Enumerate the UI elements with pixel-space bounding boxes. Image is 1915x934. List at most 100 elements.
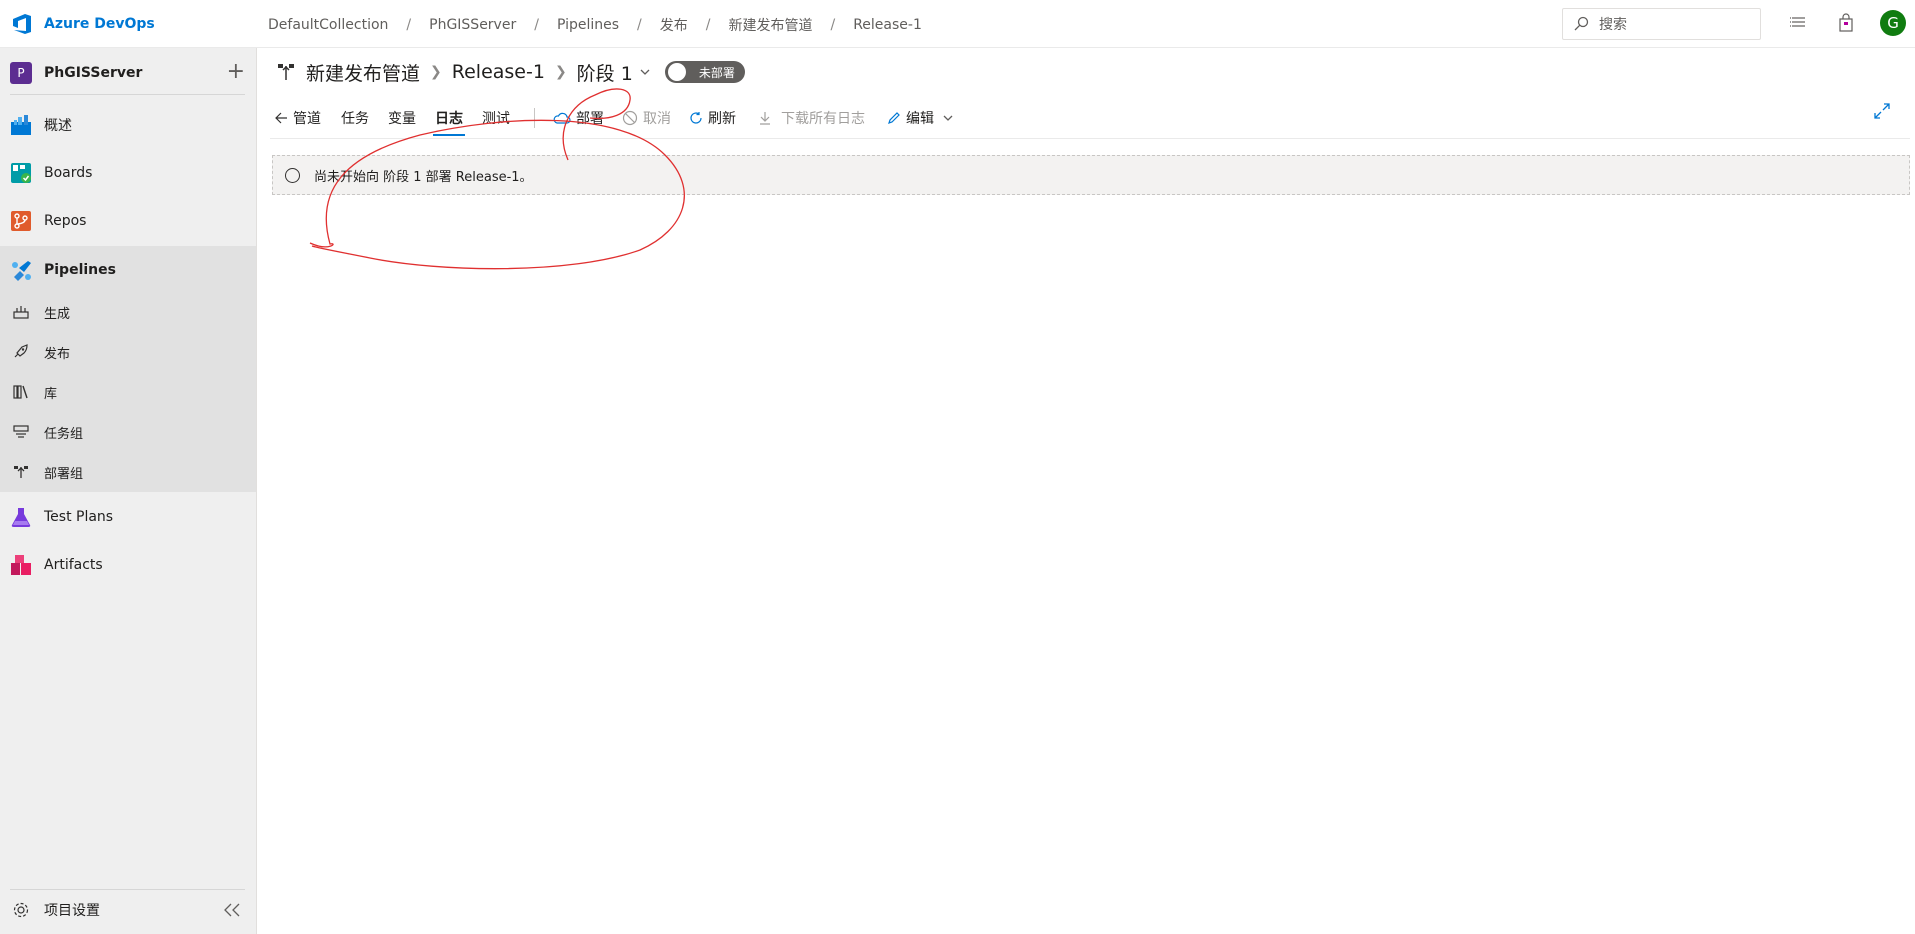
sidebar: P PhGISServer + 概述 Boards Repos Pipeline… bbox=[0, 48, 257, 934]
download-label: 下载所有日志 bbox=[781, 111, 865, 127]
chevron-down-icon[interactable] bbox=[639, 66, 651, 78]
releases-icon bbox=[14, 344, 28, 358]
breadcrumb-separator: / bbox=[705, 17, 711, 33]
sidebar-item-label: Pipelines bbox=[44, 262, 116, 278]
breadcrumb-separator: / bbox=[637, 17, 642, 33]
refresh-button[interactable]: 刷新 bbox=[689, 100, 736, 136]
sidebar-subitem-label: 任务组 bbox=[44, 426, 84, 442]
top-header: Azure DevOps DefaultCollection / PhGISSe… bbox=[0, 0, 1915, 48]
breadcrumb-separator: / bbox=[830, 17, 836, 33]
search-placeholder: 搜索 bbox=[1599, 17, 1627, 33]
release-pipeline-icon bbox=[278, 64, 294, 80]
gear-icon bbox=[13, 902, 29, 918]
collapse-sidebar-icon[interactable] bbox=[222, 902, 242, 918]
expand-icon[interactable] bbox=[1873, 102, 1891, 120]
sidebar-item-test-plans[interactable]: Test Plans bbox=[0, 493, 256, 541]
tab-tasks[interactable]: 任务 bbox=[341, 100, 369, 136]
breadcrumb-pipelines[interactable]: Pipelines bbox=[557, 17, 619, 33]
back-label: 管道 bbox=[293, 111, 321, 127]
sidebar-item-pipelines[interactable]: Pipelines bbox=[0, 246, 256, 294]
refresh-icon bbox=[690, 112, 702, 124]
sidebar-item-label: 概述 bbox=[44, 118, 72, 134]
sidebar-subitem-deployment-groups[interactable]: 部署组 bbox=[0, 452, 256, 492]
status-message: 尚未开始向 阶段 1 部署 Release-1。 bbox=[314, 169, 533, 185]
chevron-right-icon: ❯ bbox=[554, 64, 567, 80]
brand-name: Azure DevOps bbox=[44, 16, 155, 32]
artifacts-icon bbox=[11, 555, 31, 575]
settings-label: 项目设置 bbox=[44, 903, 100, 919]
refresh-label: 刷新 bbox=[708, 111, 736, 127]
edit-label: 编辑 bbox=[906, 111, 934, 127]
deploy-button[interactable]: 部署 bbox=[553, 100, 604, 136]
breadcrumb: DefaultCollection / PhGISServer / Pipeli… bbox=[268, 15, 922, 35]
shopping-bag-icon[interactable] bbox=[1836, 13, 1856, 33]
task-groups-icon bbox=[13, 425, 29, 438]
brand[interactable]: Azure DevOps bbox=[10, 12, 155, 36]
title-release-link[interactable]: Release-1 bbox=[452, 61, 545, 83]
sidebar-item-artifacts[interactable]: Artifacts bbox=[0, 541, 256, 589]
toolbar-divider bbox=[534, 108, 535, 128]
not-started-icon bbox=[285, 167, 300, 183]
toolbar: 管道 任务 变量 日志 测试 部署 取消 刷新 下载所有日志 编辑 bbox=[274, 100, 954, 136]
sidebar-item-boards[interactable]: Boards bbox=[0, 149, 256, 197]
project-header[interactable]: P PhGISServer + bbox=[10, 60, 245, 86]
sidebar-subitem-releases[interactable]: 发布 bbox=[0, 332, 256, 372]
sidebar-item-label: Artifacts bbox=[44, 557, 103, 573]
cancel-label: 取消 bbox=[643, 111, 671, 127]
search-input[interactable]: 搜索 bbox=[1562, 8, 1761, 40]
boards-icon bbox=[11, 163, 31, 183]
avatar[interactable]: G bbox=[1880, 10, 1906, 36]
pencil-icon bbox=[888, 112, 900, 124]
azure-devops-logo-icon bbox=[13, 14, 31, 34]
tab-label: 测试 bbox=[482, 111, 510, 127]
pipelines-icon bbox=[12, 261, 31, 281]
breadcrumb-releases[interactable]: 发布 bbox=[660, 15, 688, 35]
toolbar-divider-line bbox=[270, 138, 1910, 139]
tab-label: 变量 bbox=[388, 111, 416, 127]
divider bbox=[10, 94, 245, 95]
tab-tests[interactable]: 测试 bbox=[482, 100, 510, 136]
sidebar-item-overview[interactable]: 概述 bbox=[0, 101, 256, 149]
breadcrumb-collection[interactable]: DefaultCollection bbox=[268, 17, 388, 33]
breadcrumb-separator: / bbox=[534, 17, 539, 33]
deploy-label: 部署 bbox=[576, 111, 604, 127]
stage-selector[interactable]: 阶段 1 bbox=[577, 59, 633, 86]
add-icon[interactable]: + bbox=[227, 60, 245, 84]
breadcrumb-release-pipeline[interactable]: 新建发布管道 bbox=[728, 15, 812, 35]
search-icon bbox=[1574, 16, 1589, 31]
arrow-left-icon bbox=[275, 112, 287, 124]
deploy-status-text: 未部署 bbox=[698, 65, 735, 80]
cancel-icon bbox=[622, 110, 638, 126]
pipelines-group: Pipelines 生成 发布 库 任务组 部署组 bbox=[0, 246, 256, 492]
download-logs-button[interactable]: 下载所有日志 bbox=[758, 100, 865, 136]
title-pipeline-link[interactable]: 新建发布管道 bbox=[306, 59, 420, 86]
sidebar-subitem-label: 发布 bbox=[44, 346, 71, 362]
page-title: 新建发布管道 ❯ Release-1 ❯ 阶段 1 未部署 bbox=[276, 58, 745, 86]
overview-icon bbox=[11, 115, 31, 135]
cancel-button[interactable]: 取消 bbox=[622, 100, 671, 136]
library-icon bbox=[13, 385, 28, 399]
back-to-pipeline-button[interactable]: 管道 bbox=[274, 100, 321, 136]
sidebar-subitem-task-groups[interactable]: 任务组 bbox=[0, 412, 256, 452]
edit-button[interactable]: 编辑 bbox=[887, 100, 954, 136]
sidebar-item-label: Test Plans bbox=[44, 509, 114, 525]
cloud-icon bbox=[553, 112, 571, 124]
project-badge: P bbox=[10, 62, 32, 84]
tab-label: 任务 bbox=[341, 111, 369, 127]
breadcrumb-release[interactable]: Release-1 bbox=[853, 17, 922, 33]
test-plans-icon bbox=[11, 508, 31, 527]
breadcrumb-separator: / bbox=[406, 17, 412, 33]
tab-variables[interactable]: 变量 bbox=[388, 100, 416, 136]
sidebar-item-label: Repos bbox=[44, 213, 87, 229]
sidebar-subitem-label: 生成 bbox=[44, 306, 71, 322]
list-icon[interactable] bbox=[1788, 13, 1808, 33]
chevron-right-icon: ❯ bbox=[430, 64, 442, 80]
sidebar-subitem-library[interactable]: 库 bbox=[0, 372, 256, 412]
deployment-status-row: 尚未开始向 阶段 1 部署 Release-1。 bbox=[272, 155, 1910, 195]
sidebar-item-repos[interactable]: Repos bbox=[0, 197, 256, 245]
tab-logs[interactable]: 日志 bbox=[433, 100, 465, 136]
breadcrumb-project[interactable]: PhGISServer bbox=[429, 17, 516, 33]
sidebar-subitem-label: 部署组 bbox=[44, 466, 84, 482]
project-settings-button[interactable]: 项目设置 bbox=[12, 900, 100, 920]
sidebar-subitem-builds[interactable]: 生成 bbox=[0, 292, 256, 332]
